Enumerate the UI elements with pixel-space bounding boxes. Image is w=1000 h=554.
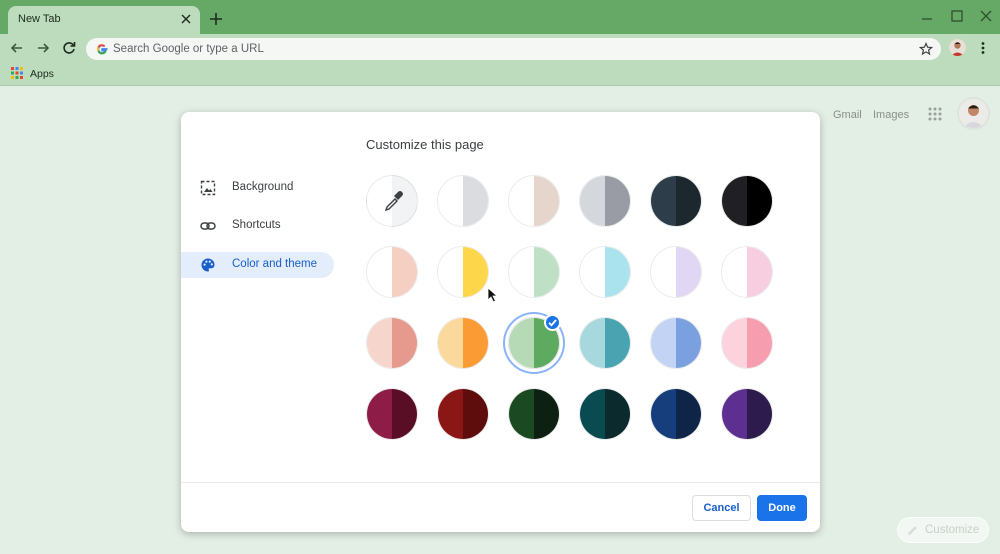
dialog-title: Customize this page bbox=[366, 137, 484, 152]
theme-swatch-dark-red[interactable] bbox=[437, 388, 489, 440]
menu-item-color-and-theme[interactable]: Color and theme bbox=[181, 252, 334, 278]
theme-swatch-light-purple-white[interactable] bbox=[650, 246, 702, 298]
omnibox-placeholder: Search Google or type a URL bbox=[113, 43, 264, 55]
google-g-icon bbox=[97, 44, 108, 55]
customize-button[interactable]: Customize bbox=[897, 517, 989, 543]
theme-swatch-black[interactable] bbox=[721, 175, 773, 227]
browser-toolbar: Search Google or type a URL bbox=[0, 34, 1000, 62]
theme-swatch-orange[interactable] bbox=[437, 317, 489, 369]
back-icon[interactable] bbox=[9, 40, 25, 56]
theme-swatch-warm-grey[interactable] bbox=[508, 175, 560, 227]
menu-label-background: Background bbox=[232, 181, 294, 193]
theme-swatch-yellow-white[interactable] bbox=[437, 246, 489, 298]
theme-swatch-dark-red-pink[interactable] bbox=[366, 388, 418, 440]
theme-swatch-cool-grey[interactable] bbox=[579, 175, 631, 227]
theme-swatch-beige-white[interactable] bbox=[366, 246, 418, 298]
theme-swatch-pink-white[interactable] bbox=[721, 246, 773, 298]
theme-swatch-midnight-blue[interactable] bbox=[650, 175, 702, 227]
theme-swatch-light-teal[interactable] bbox=[579, 317, 631, 369]
maximize-icon[interactable] bbox=[950, 9, 964, 23]
theme-swatch-light-purple[interactable] bbox=[650, 317, 702, 369]
profile-avatar-small[interactable] bbox=[949, 39, 966, 56]
customize-dialog: Customize this page Background Shortcuts… bbox=[181, 112, 820, 532]
new-tab-icon[interactable] bbox=[208, 11, 224, 27]
tab-title: New Tab bbox=[18, 13, 61, 25]
theme-swatch-green-white[interactable] bbox=[508, 246, 560, 298]
menu-label-color-and-theme: Color and theme bbox=[232, 258, 318, 270]
account-avatar[interactable] bbox=[957, 97, 990, 130]
google-apps-icon[interactable] bbox=[928, 107, 942, 121]
done-button[interactable]: Done bbox=[757, 495, 807, 521]
dialog-divider bbox=[181, 482, 820, 483]
close-tab-icon[interactable] bbox=[180, 13, 192, 25]
eyedropper-icon bbox=[384, 191, 403, 212]
theme-swatch-default-light[interactable] bbox=[437, 175, 489, 227]
tab-new-tab[interactable]: New Tab bbox=[8, 6, 200, 34]
theme-swatch-dark-teal[interactable] bbox=[579, 388, 631, 440]
theme-swatch-dark-green[interactable] bbox=[508, 388, 560, 440]
menu-label-shortcuts: Shortcuts bbox=[232, 219, 281, 231]
gmail-link[interactable]: Gmail bbox=[833, 109, 862, 121]
theme-swatch-custom-color[interactable] bbox=[366, 175, 418, 227]
minimize-icon[interactable] bbox=[920, 9, 934, 23]
theme-swatch-light-teal-white[interactable] bbox=[579, 246, 631, 298]
menu-item-background[interactable]: Background bbox=[181, 175, 334, 201]
customize-label: Customize bbox=[925, 524, 980, 536]
palette-icon bbox=[201, 258, 215, 272]
mouse-cursor-icon bbox=[487, 287, 499, 303]
selected-check-icon bbox=[544, 314, 561, 331]
menu-item-shortcuts[interactable]: Shortcuts bbox=[181, 213, 334, 239]
more-menu-icon[interactable] bbox=[977, 41, 989, 55]
browser-titlebar: New Tab bbox=[0, 0, 1000, 34]
background-icon bbox=[200, 180, 216, 196]
link-icon bbox=[200, 222, 216, 230]
pencil-icon bbox=[908, 526, 917, 535]
apps-grid-icon[interactable] bbox=[11, 67, 23, 79]
window-close-icon[interactable] bbox=[979, 9, 993, 23]
bookmark-star-icon[interactable] bbox=[919, 42, 933, 56]
cancel-button[interactable]: Cancel bbox=[692, 495, 751, 521]
theme-swatch-purple[interactable] bbox=[721, 388, 773, 440]
bookmarks-bar: Apps bbox=[0, 62, 1000, 86]
forward-icon[interactable] bbox=[35, 40, 51, 56]
images-link[interactable]: Images bbox=[873, 109, 909, 121]
omnibox[interactable]: Search Google or type a URL bbox=[86, 38, 941, 60]
theme-swatch-pink[interactable] bbox=[721, 317, 773, 369]
apps-bookmark-label[interactable]: Apps bbox=[30, 68, 54, 80]
reload-icon[interactable] bbox=[61, 40, 77, 56]
theme-swatch-beige[interactable] bbox=[366, 317, 418, 369]
theme-swatch-dark-blue[interactable] bbox=[650, 388, 702, 440]
